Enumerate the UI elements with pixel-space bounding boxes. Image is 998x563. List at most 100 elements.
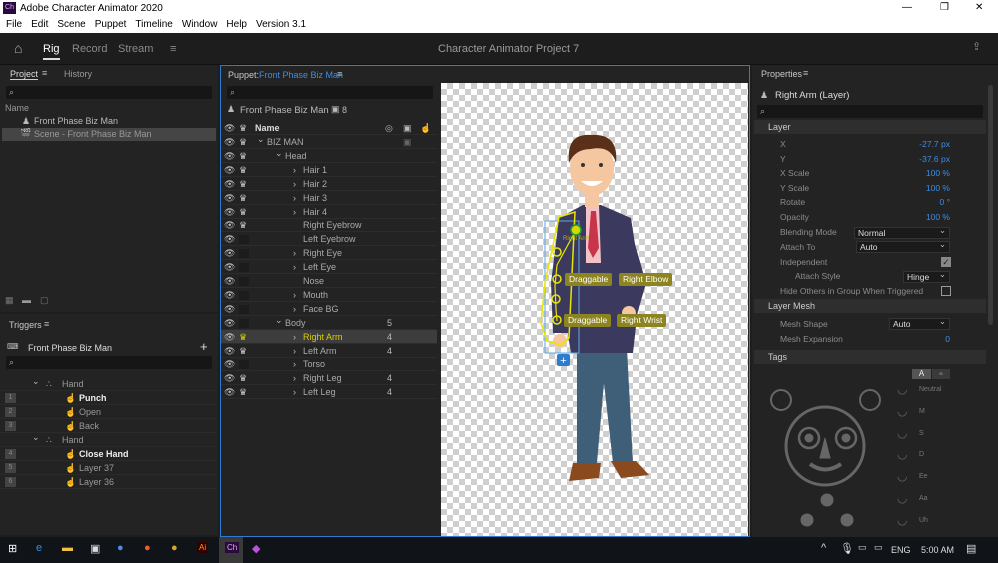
crown-icon[interactable]: ♛ <box>239 205 249 219</box>
viseme-mouth-icon[interactable]: ◡ <box>897 469 907 483</box>
crown-icon[interactable]: ♛ <box>239 344 249 358</box>
eye-icon[interactable]: 👁 <box>224 385 235 399</box>
tag-right-wrist[interactable]: Right Wrist <box>617 314 667 327</box>
chevron-down-icon[interactable]: ⌄ <box>275 313 283 327</box>
chevron-right-icon[interactable]: › <box>293 246 296 260</box>
viseme-mouth-icon[interactable]: ◡ <box>897 513 907 527</box>
crown-icon[interactable]: ♛ <box>239 385 249 399</box>
eye-icon[interactable]: 👁 <box>224 135 235 149</box>
layer-row[interactable]: 👁 Left Eyebrow <box>221 232 437 247</box>
mesh-expansion-value[interactable]: 0 <box>945 333 950 346</box>
chevron-right-icon[interactable]: › <box>293 163 296 177</box>
layer-row[interactable]: 👁 ♛ › Left Leg 4 <box>221 385 437 400</box>
add-trigger-button[interactable]: + <box>200 339 208 354</box>
trigger-group[interactable]: ⌄ ∴ Hand <box>0 432 216 447</box>
eye-icon[interactable]: 👁 <box>224 330 235 344</box>
project-item-puppet[interactable]: Front Phase Biz Man <box>34 116 118 126</box>
chevron-down-icon[interactable]: ⌄ <box>257 132 265 146</box>
trigger-item[interactable]: 5 ☝ Layer 37 <box>0 461 216 475</box>
home-icon[interactable]: ⌂ <box>14 40 22 56</box>
crown-empty[interactable] <box>239 304 249 314</box>
attach-to-select[interactable]: Auto <box>856 239 950 253</box>
menu-version[interactable]: Version 3.1 <box>256 19 306 30</box>
chevron-right-icon[interactable]: › <box>293 371 296 385</box>
properties-scrollbar[interactable] <box>988 85 993 325</box>
layer-row[interactable]: 👁 ♛ › Hair 1 <box>221 163 437 177</box>
eye-icon[interactable]: 👁 <box>224 316 235 330</box>
microphone-icon[interactable]: 🎙 <box>840 542 854 555</box>
tags-text-toggle[interactable]: A <box>912 369 931 379</box>
eye-icon[interactable]: 👁 <box>224 163 235 177</box>
crown-empty[interactable] <box>239 360 249 370</box>
layer-row[interactable]: 👁 ♛ › Hair 4 <box>221 205 437 219</box>
tag-draggable-elbow[interactable]: Draggable <box>565 273 613 286</box>
maximize-button[interactable]: ❐ <box>940 2 949 13</box>
menu-file[interactable]: File <box>6 19 22 30</box>
display-icon[interactable]: ▭ <box>874 542 883 553</box>
chevron-right-icon[interactable]: › <box>293 357 296 371</box>
crown-icon[interactable]: ♛ <box>239 135 249 149</box>
left-shoulder-tag[interactable] <box>800 513 814 527</box>
tag-draggable-wrist[interactable]: Draggable <box>564 314 612 327</box>
windows-start-icon[interactable]: ⊞ <box>8 542 17 555</box>
layer-row[interactable]: 👁 ♛ ⌄ Head <box>221 146 437 163</box>
layer-row[interactable]: 👁 ♛ › Right Leg 4 <box>221 371 437 386</box>
viseme-mouth-icon[interactable]: ◡ <box>897 447 907 461</box>
firefox-icon[interactable]: ● <box>144 542 151 554</box>
eye-icon[interactable]: 👁 <box>224 191 235 205</box>
menu-window[interactable]: Window <box>182 19 218 30</box>
eye-icon[interactable]: 👁 <box>224 288 235 302</box>
chevron-right-icon[interactable]: › <box>293 344 296 358</box>
menu-timeline[interactable]: Timeline <box>135 19 172 30</box>
nose-tag[interactable] <box>819 437 831 459</box>
trigger-item[interactable]: 6 ☝ Layer 36 <box>0 475 216 489</box>
left-eyelid-tag[interactable] <box>770 389 792 411</box>
properties-search-input[interactable]: ⌕ <box>757 105 983 118</box>
illustrator-icon[interactable]: Ai <box>197 542 209 553</box>
prop-value[interactable]: 0 ° <box>940 196 951 209</box>
eye-icon[interactable]: 👁 <box>224 344 235 358</box>
tab-record[interactable]: Record <box>72 43 107 55</box>
tab-rig[interactable]: Rig <box>43 43 60 60</box>
chevron-right-icon[interactable]: › <box>293 177 296 191</box>
tab-stream[interactable]: Stream <box>118 43 153 55</box>
crown-empty[interactable] <box>239 249 249 259</box>
trigger-group[interactable]: ⌄ ∴ Hand <box>0 376 216 391</box>
folder-icon[interactable]: ▬ <box>22 295 31 305</box>
origin-handle[interactable] <box>570 224 582 236</box>
prop-value[interactable]: -37.6 px <box>919 153 950 166</box>
chevron-right-icon[interactable]: › <box>293 191 296 205</box>
file-explorer-icon[interactable]: ▬ <box>62 542 73 554</box>
layer-row[interactable]: 👁 › Left Eye <box>221 260 437 275</box>
project-search-input[interactable]: ⌕ <box>6 86 212 99</box>
layer-row[interactable]: 👁 ♛ ⌄ BIZ MAN ▣ <box>221 132 437 149</box>
crown-empty[interactable] <box>239 318 249 328</box>
minimize-button[interactable]: — <box>902 2 912 13</box>
crown-empty[interactable] <box>239 263 249 273</box>
workspace-menu-icon[interactable]: ≡ <box>170 43 176 55</box>
eye-icon[interactable]: 👁 <box>224 357 235 371</box>
chevron-right-icon[interactable]: › <box>293 260 296 274</box>
tags-visual-toggle[interactable]: ⍨ <box>932 369 950 379</box>
mesh-shape-select[interactable]: Auto <box>889 316 950 330</box>
mouth-tag[interactable] <box>808 462 843 472</box>
prop-value[interactable]: 100 % <box>926 182 950 195</box>
new-item-icon[interactable]: ▢ <box>40 295 49 306</box>
chevron-right-icon[interactable]: › <box>293 302 296 316</box>
layer-row[interactable]: 👁 › Mouth <box>221 288 437 302</box>
chrome-icon[interactable]: ● <box>171 542 178 554</box>
layer-row[interactable]: 👁 ♛ › Hair 3 <box>221 191 437 205</box>
network-icon[interactable]: ▭ <box>858 542 867 553</box>
crown-icon[interactable]: ♛ <box>239 371 249 385</box>
panel-menu-icon[interactable]: ≡ <box>42 68 47 78</box>
layer-row[interactable]: 👁 › Torso <box>221 357 437 372</box>
eye-icon[interactable]: 👁 <box>224 218 235 232</box>
chevron-right-icon[interactable]: › <box>293 205 296 219</box>
panel-menu-icon[interactable]: ≡ <box>44 319 49 329</box>
crown-icon[interactable]: ♛ <box>239 149 249 163</box>
eye-icon[interactable]: 👁 <box>224 177 235 191</box>
chevron-down-icon[interactable]: ⌄ <box>275 146 283 160</box>
notifications-icon[interactable]: ▤ <box>966 542 976 555</box>
trigger-item[interactable]: 2 ☝ Open <box>0 405 216 419</box>
puppet-search-input[interactable]: ⌕ <box>227 86 433 99</box>
